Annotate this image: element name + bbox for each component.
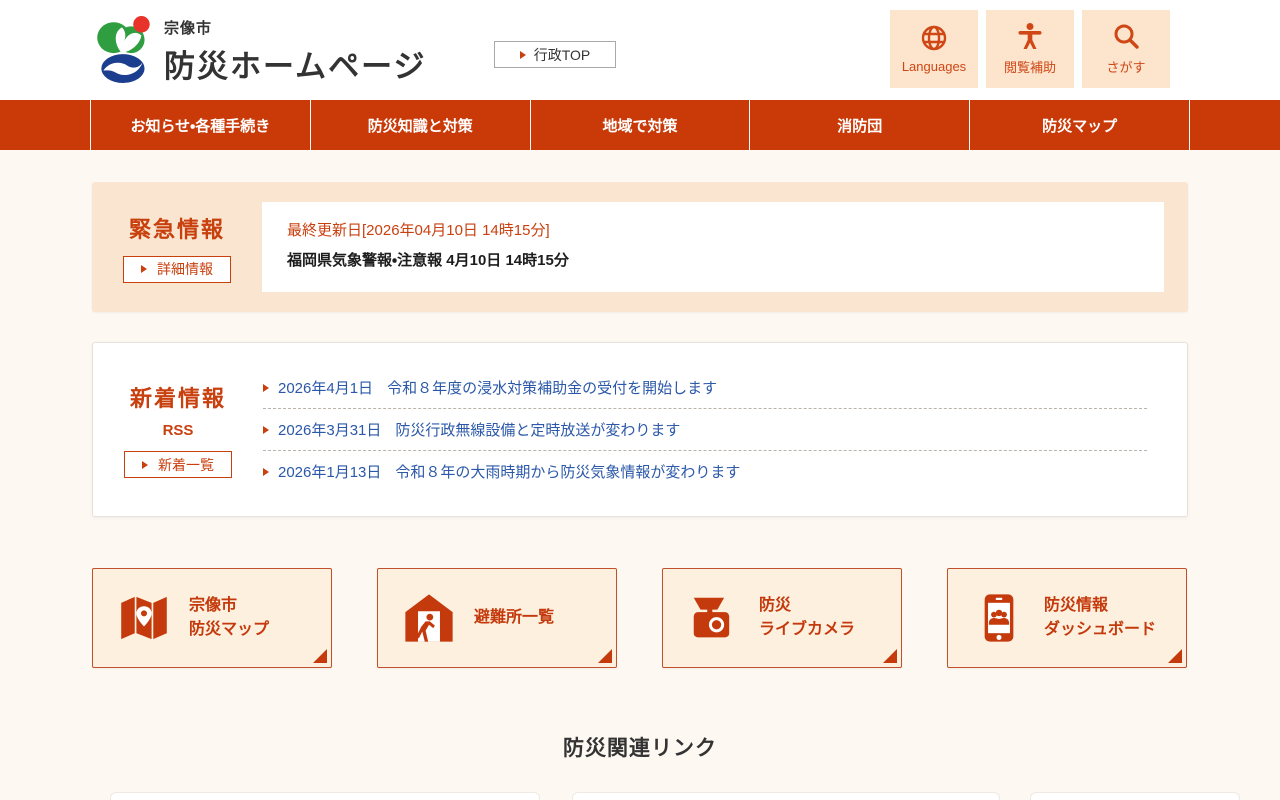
news-list: 2026年4月1日 令和８年度の浸水対策補助金の受付を開始します 2026年3月… xyxy=(263,367,1147,492)
quick-link-cards: 宗像市 防災マップ 避難所一覧 xyxy=(92,568,1188,668)
languages-button[interactable]: Languages xyxy=(890,10,978,88)
site-title: 防災ホームページ xyxy=(164,41,426,86)
news-item[interactable]: 2026年1月13日 令和８年の大雨時期から防災気象情報が変わります xyxy=(263,450,1147,492)
dashboard-icon xyxy=(972,591,1026,645)
card-label: 防災 ライブカメラ xyxy=(759,594,855,642)
shelter-list-card[interactable]: 避難所一覧 xyxy=(377,568,617,668)
news-label-column: 新着情報 RSS 新着一覧 xyxy=(93,381,263,478)
arrow-right-icon xyxy=(263,468,269,476)
nav-item-knowledge[interactable]: 防災知識と対策 xyxy=(310,100,530,150)
munakata-city-logo xyxy=(92,15,158,85)
search-button[interactable]: さがす xyxy=(1082,10,1170,88)
news-date: 2026年1月13日 xyxy=(278,461,381,482)
emergency-detail-button[interactable]: 詳細情報 xyxy=(123,256,231,283)
nav-item-hazard-map[interactable]: 防災マップ xyxy=(969,100,1190,150)
emergency-updated-at: 最終更新日[2026年04月10日 14時15分] xyxy=(287,219,1139,240)
accessibility-button[interactable]: 閲覧補助 xyxy=(986,10,1074,88)
globe-icon xyxy=(920,24,948,52)
accessibility-icon xyxy=(1016,22,1044,50)
emergency-headline[interactable]: 福岡県気象警報・注意報 4月10日 14時15分 xyxy=(287,249,1139,270)
news-section: 新着情報 RSS 新着一覧 2026年4月1日 令和８年度の浸水対策補助金の受付… xyxy=(92,342,1188,517)
news-list-button[interactable]: 新着一覧 xyxy=(124,451,232,478)
camera-icon xyxy=(687,591,741,645)
info-dashboard-card[interactable]: 防災情報 ダッシュボード xyxy=(947,568,1187,668)
live-camera-card[interactable]: 防災 ライブカメラ xyxy=(662,568,902,668)
languages-label: Languages xyxy=(902,59,966,74)
emergency-detail-label: 詳細情報 xyxy=(157,259,213,279)
site-brand: 宗像市 防災ホームページ xyxy=(164,17,426,86)
search-icon xyxy=(1112,22,1140,50)
card-label-line1: 宗像市 xyxy=(189,594,269,618)
news-item[interactable]: 2026年3月31日 防災行政無線設備と定時放送が変わります xyxy=(263,408,1147,450)
related-link-card[interactable] xyxy=(572,792,1000,800)
page: 宗像市 防災ホームページ 行政TOP Languages xyxy=(0,0,1280,800)
hazard-map-card[interactable]: 宗像市 防災マップ xyxy=(92,568,332,668)
card-label-line1: 防災情報 xyxy=(1044,594,1156,618)
corner-arrow-icon xyxy=(313,649,327,663)
card-label-line1: 防災 xyxy=(759,594,855,618)
news-date: 2026年3月31日 xyxy=(278,419,381,440)
arrow-right-icon xyxy=(263,426,269,434)
admin-top-button[interactable]: 行政TOP xyxy=(494,41,616,68)
emergency-label-column: 緊急情報 詳細情報 xyxy=(92,212,262,283)
nav-item-community[interactable]: 地域で対策 xyxy=(530,100,750,150)
card-label-line2: 防災マップ xyxy=(189,618,269,642)
nav-item-notices[interactable]: お知らせ・各種手続き xyxy=(90,100,310,150)
related-link-card[interactable] xyxy=(110,792,540,800)
arrow-right-icon xyxy=(141,265,147,273)
related-links-title: 防災関連リンク xyxy=(0,732,1280,762)
card-label: 防災情報 ダッシュボード xyxy=(1044,594,1156,642)
news-text: 防災行政無線設備と定時放送が変わります xyxy=(395,419,680,440)
related-link-card[interactable] xyxy=(1030,792,1240,800)
utility-buttons: Languages 閲覧補助 さがす xyxy=(890,10,1170,88)
search-label: さがす xyxy=(1106,57,1145,76)
corner-arrow-icon xyxy=(1168,649,1182,663)
emergency-message-box: 最終更新日[2026年04月10日 14時15分] 福岡県気象警報・注意報 4月… xyxy=(262,202,1164,292)
rss-link[interactable]: RSS xyxy=(93,422,263,439)
news-text: 令和８年度の浸水対策補助金の受付を開始します xyxy=(387,377,717,398)
card-label: 避難所一覧 xyxy=(474,606,554,630)
arrow-right-icon xyxy=(520,51,526,59)
emergency-section: 緊急情報 詳細情報 最終更新日[2026年04月10日 14時15分] 福岡県気… xyxy=(92,182,1188,312)
arrow-right-icon xyxy=(142,461,148,469)
card-label: 宗像市 防災マップ xyxy=(189,594,269,642)
corner-arrow-icon xyxy=(598,649,612,663)
news-list-label: 新着一覧 xyxy=(158,455,214,475)
accessibility-label: 閲覧補助 xyxy=(1004,57,1056,76)
global-nav-inner: お知らせ・各種手続き 防災知識と対策 地域で対策 消防団 防災マップ xyxy=(90,100,1190,150)
map-icon xyxy=(117,591,171,645)
arrow-right-icon xyxy=(263,384,269,392)
news-date: 2026年4月1日 xyxy=(278,377,373,398)
corner-arrow-icon xyxy=(883,649,897,663)
shelter-icon xyxy=(402,591,456,645)
global-nav: お知らせ・各種手続き 防災知識と対策 地域で対策 消防団 防災マップ xyxy=(0,100,1280,150)
nav-item-fire-brigade[interactable]: 消防団 xyxy=(749,100,969,150)
card-label-line2: ライブカメラ xyxy=(759,618,855,642)
news-title: 新着情報 xyxy=(93,381,263,413)
card-label-line1: 避難所一覧 xyxy=(474,606,554,630)
city-name: 宗像市 xyxy=(164,17,426,38)
news-text: 令和８年の大雨時期から防災気象情報が変わります xyxy=(395,461,740,482)
header: 宗像市 防災ホームページ 行政TOP Languages xyxy=(0,0,1280,100)
card-label-line2: ダッシュボード xyxy=(1044,618,1156,642)
emergency-title: 緊急情報 xyxy=(92,212,262,244)
news-item[interactable]: 2026年4月1日 令和８年度の浸水対策補助金の受付を開始します xyxy=(263,367,1147,408)
admin-top-label: 行政TOP xyxy=(534,45,591,65)
